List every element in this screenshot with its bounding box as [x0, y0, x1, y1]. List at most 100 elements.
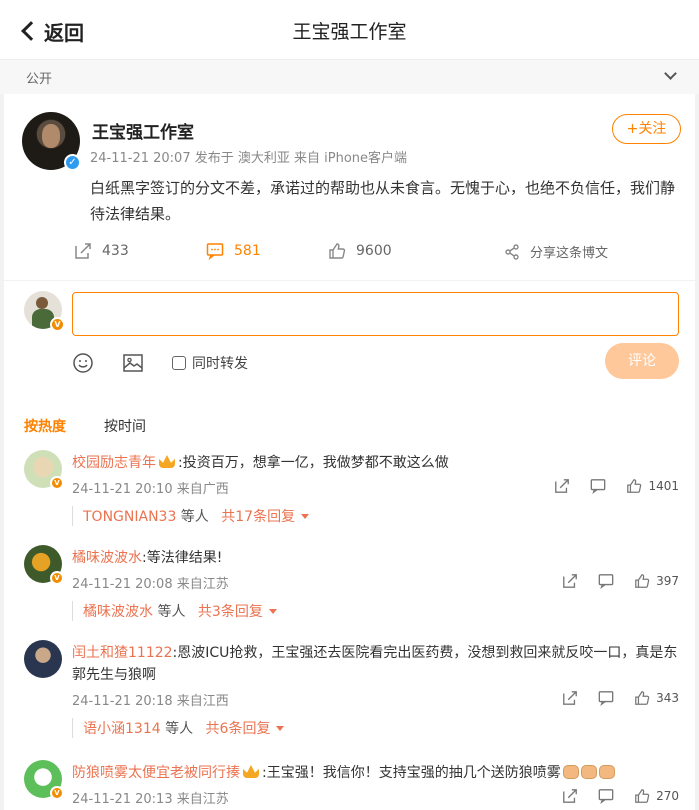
comment-list: V 校园励志青年 :投资百万，想拿一亿，我做梦都不敢这么做 24-11-21 20… — [4, 438, 695, 810]
repost-count: 433 — [102, 243, 129, 259]
comment-meta: 24-11-21 20:18 来自江西 — [72, 694, 229, 709]
thumbs-up-icon — [635, 789, 650, 803]
repost-checkbox[interactable] — [172, 356, 186, 370]
tab-sort-hot[interactable]: 按热度 — [24, 416, 66, 436]
share-button[interactable]: 分享这条博文 — [504, 242, 608, 261]
emoji-icon — [73, 353, 93, 373]
verified-icon: V — [50, 786, 64, 800]
comment-actions: 270 — [542, 788, 679, 804]
reply-total: 共3条回复 — [197, 604, 263, 620]
comment-icon — [598, 691, 614, 706]
crown-icon — [159, 455, 175, 468]
repost-label: 同时转发 — [192, 356, 248, 372]
comment-meta: 24-11-21 20:08 来自江苏 — [72, 577, 229, 592]
reply-total-link[interactable]: 共17条回复 — [221, 509, 310, 525]
reply-total: 共6条回复 — [205, 721, 271, 737]
comment-text: :等法律结果! — [142, 550, 223, 566]
like-button[interactable]: 270 — [634, 788, 679, 804]
repost-button[interactable] — [562, 573, 578, 589]
chevron-down-icon — [301, 514, 310, 519]
repost-button[interactable] — [562, 690, 578, 706]
verified-icon: V — [50, 571, 64, 585]
fist-emoji-icon — [598, 765, 615, 779]
like-count: 1401 — [648, 479, 679, 493]
comment-actions: 343 — [542, 690, 679, 706]
comment-button[interactable]: 581 — [206, 242, 261, 260]
reply-mid: 等人 — [160, 721, 198, 737]
share-label: 分享这条博文 — [530, 246, 609, 261]
reply-mid: 等人 — [176, 509, 214, 525]
image-icon — [123, 354, 143, 372]
repost-icon — [555, 479, 570, 493]
reply-user[interactable]: 橘味波波水 — [83, 604, 153, 620]
comment-count: 581 — [234, 243, 261, 259]
repost-button[interactable]: 433 — [74, 242, 129, 260]
commenter-name[interactable]: 橘味波波水 — [72, 550, 142, 566]
repost-toggle[interactable]: 同时转发 — [172, 353, 248, 373]
commenter-name[interactable]: 闰土和猹11122 — [72, 645, 173, 661]
reply-button[interactable] — [598, 690, 614, 706]
sort-tabs: 按热度 按时间 — [4, 408, 695, 438]
follow-button[interactable]: +关注 — [612, 114, 681, 144]
tab-sort-time[interactable]: 按时间 — [104, 416, 146, 436]
comment-input[interactable] — [72, 292, 679, 336]
visibility-dropdown[interactable]: 公开 — [0, 60, 699, 94]
repost-icon — [563, 691, 577, 705]
like-button[interactable]: 343 — [634, 690, 679, 706]
post-author[interactable]: 王宝强工作室 — [92, 118, 194, 143]
comment-actions: 1401 — [534, 478, 679, 494]
comment-icon — [591, 479, 606, 494]
share-icon — [505, 243, 519, 260]
thumbs-up-icon — [627, 479, 642, 493]
comment-actions: 397 — [542, 573, 679, 589]
thumbs-up-icon — [635, 691, 650, 705]
reply-button[interactable] — [598, 788, 614, 804]
fist-emoji-icon — [562, 765, 579, 779]
like-count: 343 — [656, 691, 679, 705]
like-count: 397 — [656, 574, 679, 588]
comment-meta: 24-11-21 20:10 来自广西 — [72, 482, 229, 497]
emoji-button[interactable] — [72, 352, 94, 374]
fist-emoji-icon — [580, 765, 597, 779]
commenter-name[interactable]: 校园励志青年 — [72, 455, 156, 471]
like-button[interactable]: 9600 — [328, 242, 392, 260]
replies-summary: 橘味波波水 等人 共3条回复 — [72, 601, 277, 621]
repost-icon — [75, 243, 91, 259]
page-title: 王宝强工作室 — [292, 21, 407, 43]
repost-button[interactable] — [562, 788, 578, 804]
composer-tools: 同时转发 — [72, 349, 276, 377]
repost-button[interactable] — [554, 478, 570, 494]
comment-text: :投资百万，想拿一亿，我做梦都不敢这么做 — [178, 455, 449, 471]
thumbs-up-icon — [635, 574, 650, 588]
commenter-avatar[interactable] — [24, 640, 62, 678]
reply-user[interactable]: TONGNIAN33 — [83, 509, 176, 525]
replies-summary: TONGNIAN33 等人 共17条回复 — [72, 506, 310, 526]
reply-total-link[interactable]: 共6条回复 — [206, 721, 285, 737]
top-bar: 返回 王宝强工作室 — [0, 0, 699, 60]
comment-icon — [206, 243, 224, 260]
comment-icon — [598, 789, 614, 804]
chevron-down-icon — [276, 726, 285, 731]
thumbs-up-icon — [329, 243, 346, 259]
comment-item: V 防狼喷雾太便宜老被同行揍:王宝强！我信你！支持宝强的抽几个送防狼喷雾 24-… — [4, 748, 695, 810]
crown-icon — [243, 765, 259, 778]
post-card: ✓ 王宝强工作室 24-11-21 20:07 发布于 澳大利亚 来自 iPho… — [4, 94, 695, 810]
comment-item: V 校园励志青年:投资百万，想拿一亿，我做梦都不敢这么做 24-11-21 20… — [4, 438, 695, 533]
reply-user[interactable]: 语小涵1314 — [83, 721, 161, 737]
like-button[interactable]: 1401 — [626, 478, 679, 494]
image-button[interactable] — [122, 352, 144, 374]
comment-body: 橘味波波水:等法律结果! — [72, 547, 682, 569]
reply-button[interactable] — [590, 478, 606, 494]
post-actions: 433 581 9600 分享这条博文 — [4, 242, 695, 268]
verified-icon: V — [50, 317, 65, 332]
commenter-name[interactable]: 防狼喷雾太便宜老被同行揍 — [72, 765, 240, 781]
repost-icon — [563, 789, 577, 803]
post-meta: 24-11-21 20:07 发布于 澳大利亚 来自 iPhone客户端 — [90, 151, 408, 166]
like-button[interactable]: 397 — [634, 573, 679, 589]
reply-button[interactable] — [598, 573, 614, 589]
chevron-down-icon — [268, 609, 277, 614]
reply-total-link[interactable]: 共3条回复 — [198, 604, 277, 620]
submit-comment-button[interactable]: 评论 — [605, 343, 679, 379]
comment-item: 闰土和猹11122:恩波ICU抢救，王宝强还去医院看完出医药费，没想到救回来就反… — [4, 628, 695, 748]
comment-item: V 橘味波波水:等法律结果! 24-11-21 20:08 来自江苏 397 橘… — [4, 533, 695, 628]
